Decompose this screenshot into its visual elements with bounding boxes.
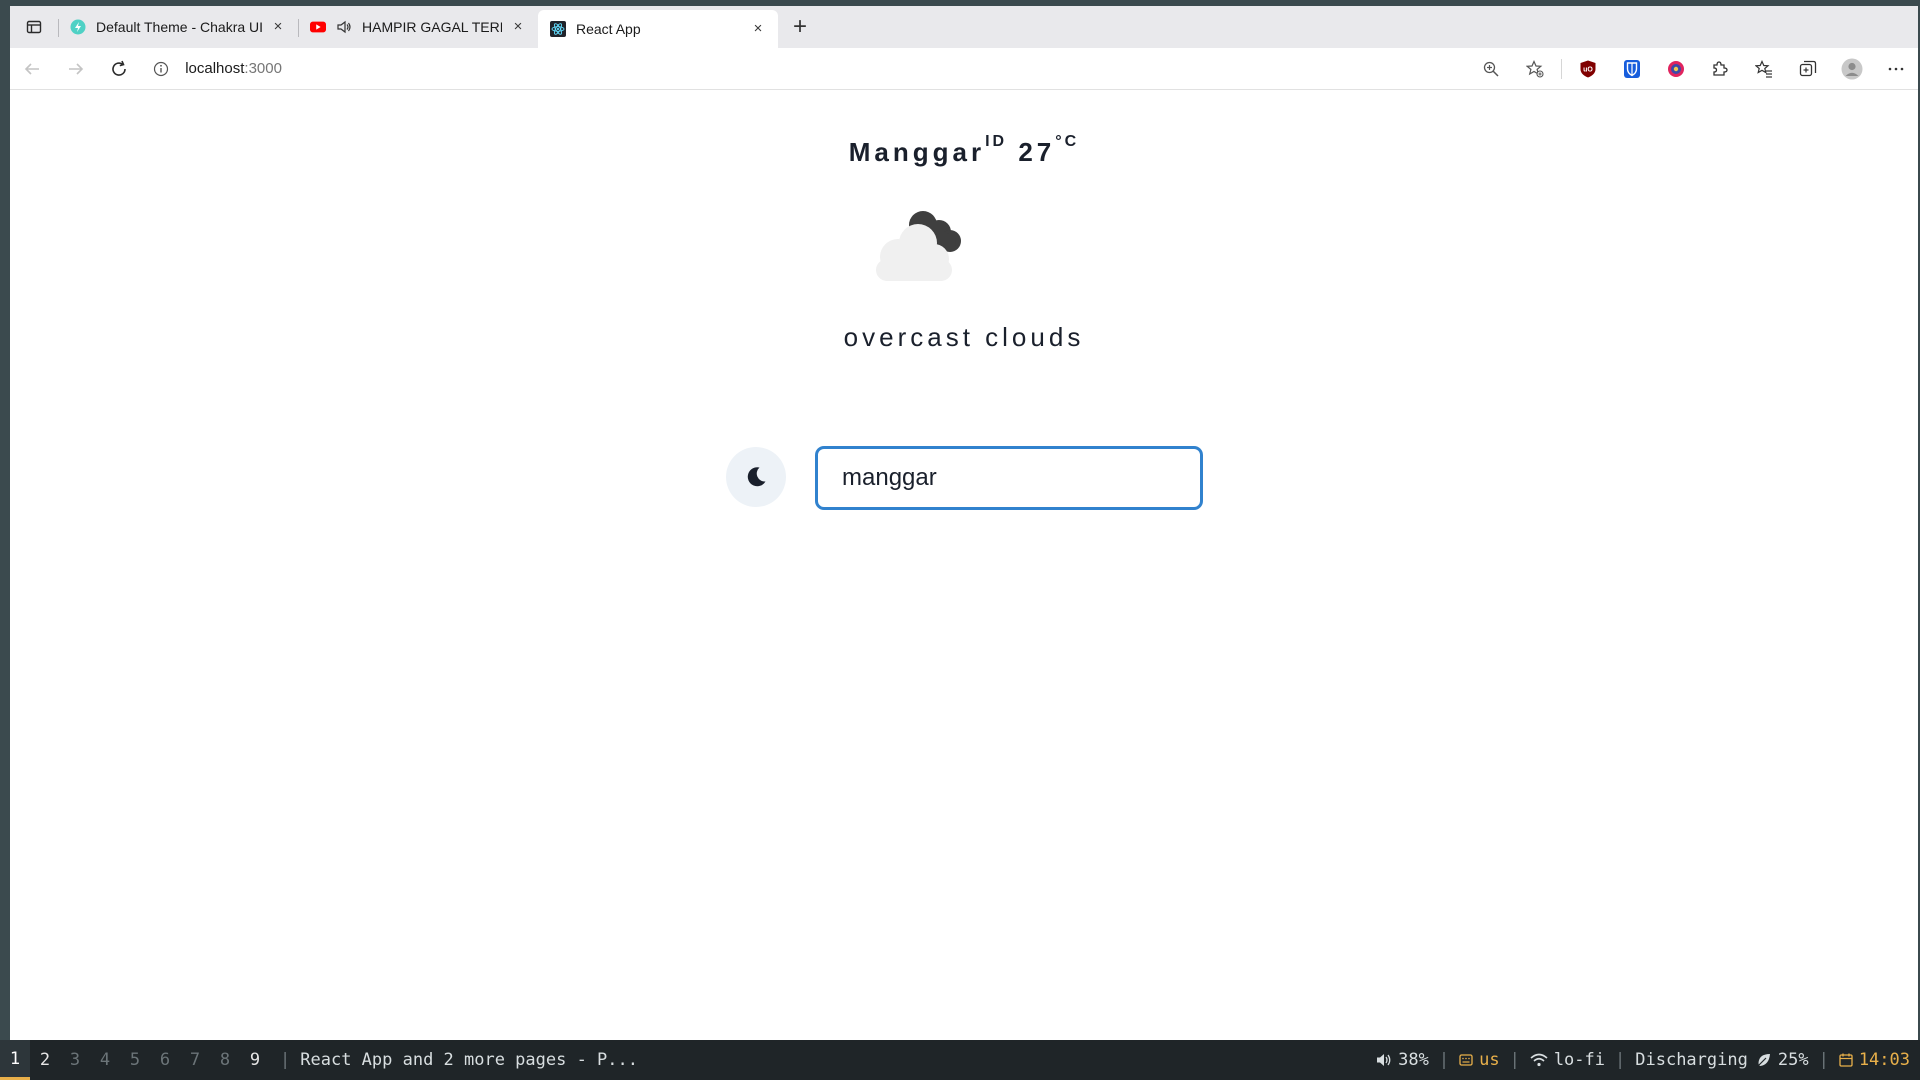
site-info-icon[interactable] [147, 61, 175, 77]
calendar-icon [1839, 1053, 1853, 1067]
forward-button[interactable] [54, 48, 98, 90]
back-button[interactable] [10, 48, 54, 90]
battery-leaf-icon [1756, 1054, 1770, 1068]
tab-youtube[interactable]: HAMPIR GAGAL TERBANG × [298, 6, 538, 48]
ublock-icon: uO [1580, 60, 1596, 77]
add-favorite-button[interactable] [1513, 48, 1557, 90]
reload-icon [112, 60, 127, 76]
workspace-6[interactable]: 6 [150, 1040, 180, 1080]
status-separator: | [1509, 1050, 1520, 1070]
moon-icon [747, 467, 766, 487]
tab-title: React App [576, 21, 641, 37]
city-search-input[interactable] [816, 447, 1202, 509]
volume-value: 38% [1398, 1050, 1429, 1070]
workspace-3[interactable]: 3 [60, 1040, 90, 1080]
keyboard-layout-value: us [1479, 1050, 1500, 1070]
wifi-status[interactable]: lo-fi [1530, 1050, 1605, 1070]
bitwarden-extension-button[interactable] [1610, 48, 1654, 90]
svg-text:uO: uO [1583, 66, 1593, 73]
collections-button[interactable] [1786, 48, 1830, 90]
temperature: 27 [1018, 137, 1056, 167]
url-host: localhost [185, 60, 245, 77]
battery-percent: 25% [1777, 1050, 1809, 1070]
extension-badge-icon [1668, 60, 1685, 77]
country-code: ID [985, 133, 1008, 150]
favorites-icon [1755, 59, 1773, 78]
workspace-2[interactable]: 2 [30, 1040, 60, 1080]
speaker-icon[interactable] [336, 19, 352, 35]
address-bar[interactable]: localhost:3000 [147, 53, 1469, 85]
active-window-title: React App and 2 more pages - P... [300, 1050, 639, 1070]
settings-menu-button[interactable] [1874, 48, 1918, 90]
zoom-icon [1483, 61, 1499, 77]
tab-separator [298, 19, 299, 37]
clock-status[interactable]: 14:03 [1839, 1050, 1910, 1070]
tab-actions-button[interactable] [10, 6, 58, 48]
forward-arrow-icon [68, 62, 83, 75]
favorites-button[interactable] [1742, 48, 1786, 90]
new-tab-button[interactable]: + [782, 9, 818, 45]
toolbar-separator [1561, 58, 1563, 79]
back-arrow-icon [24, 62, 39, 75]
city-heading: ManggarID 27°C [10, 133, 1918, 168]
navigation-bar: localhost:3000 uO [10, 48, 1918, 90]
overcast-clouds-icon [876, 211, 961, 281]
collections-icon [1799, 60, 1817, 76]
theme-toggle-button[interactable] [726, 447, 786, 507]
wifi-icon [1530, 1053, 1548, 1067]
keyboard-icon [1459, 1054, 1473, 1066]
city-name: Manggar [848, 137, 986, 167]
clock-time: 14:03 [1858, 1050, 1910, 1070]
youtube-icon [310, 19, 326, 35]
ublock-extension-button[interactable]: uO [1566, 48, 1610, 90]
browser-window: Default Theme - Chakra UI × HAMPIR GAGAL… [10, 6, 1918, 1040]
workspace-9[interactable]: 9 [240, 1040, 270, 1080]
reload-button[interactable] [97, 48, 141, 90]
status-separator: | [280, 1050, 291, 1070]
os-status-bar: 1 2 3 4 5 6 7 8 9 | React App and 2 more… [0, 1040, 1920, 1080]
chakra-icon [70, 19, 86, 35]
workspace-4[interactable]: 4 [90, 1040, 120, 1080]
volume-icon [1377, 1054, 1391, 1066]
avatar-icon [1841, 58, 1863, 79]
tab-strip: Default Theme - Chakra UI × HAMPIR GAGAL… [10, 6, 1918, 48]
workspace-8[interactable]: 8 [210, 1040, 240, 1080]
url-port: :3000 [244, 60, 282, 77]
battery-state: Discharging [1635, 1050, 1748, 1070]
extensions-button[interactable] [1698, 48, 1742, 90]
keyboard-layout-status[interactable]: us [1459, 1050, 1500, 1070]
tab-separator [58, 19, 59, 37]
toolbar-right: uO [1469, 48, 1918, 90]
tab-react-app[interactable]: React App × [538, 10, 778, 48]
tab-chakra[interactable]: Default Theme - Chakra UI × [58, 6, 298, 48]
react-icon [550, 21, 566, 37]
close-icon[interactable]: × [510, 19, 526, 35]
more-icon [1888, 67, 1904, 70]
status-separator: | [1438, 1050, 1450, 1070]
wifi-network-name: lo-fi [1553, 1050, 1605, 1070]
star-add-icon [1526, 59, 1544, 78]
tab-actions-icon [26, 20, 42, 34]
tab-title: Default Theme - Chakra UI [96, 19, 262, 35]
status-separator: | [1818, 1050, 1829, 1070]
puzzle-icon [1713, 60, 1728, 76]
weather-description: overcast clouds [843, 322, 1085, 352]
workspace-7[interactable]: 7 [180, 1040, 210, 1080]
profile-button[interactable] [1830, 48, 1874, 90]
workspace-1[interactable]: 1 [0, 1040, 30, 1080]
tab-title: HAMPIR GAGAL TERBANG [362, 19, 502, 35]
volume-status[interactable]: 38% [1376, 1050, 1429, 1070]
workspace-5[interactable]: 5 [120, 1040, 150, 1080]
close-icon[interactable]: × [750, 21, 766, 37]
bitwarden-icon [1624, 59, 1641, 78]
status-separator: | [1615, 1050, 1626, 1070]
zoom-button[interactable] [1469, 48, 1513, 90]
status-right: 38% | us | lo-fi | Discharging 25% | 14:… [1376, 1050, 1920, 1070]
close-icon[interactable]: × [270, 19, 286, 35]
temperature-unit: °C [1055, 133, 1080, 150]
battery-status[interactable]: Discharging 25% [1635, 1050, 1808, 1070]
extension-button[interactable] [1654, 48, 1698, 90]
page-content: ManggarID 27°C overcast clouds [10, 91, 1918, 1040]
